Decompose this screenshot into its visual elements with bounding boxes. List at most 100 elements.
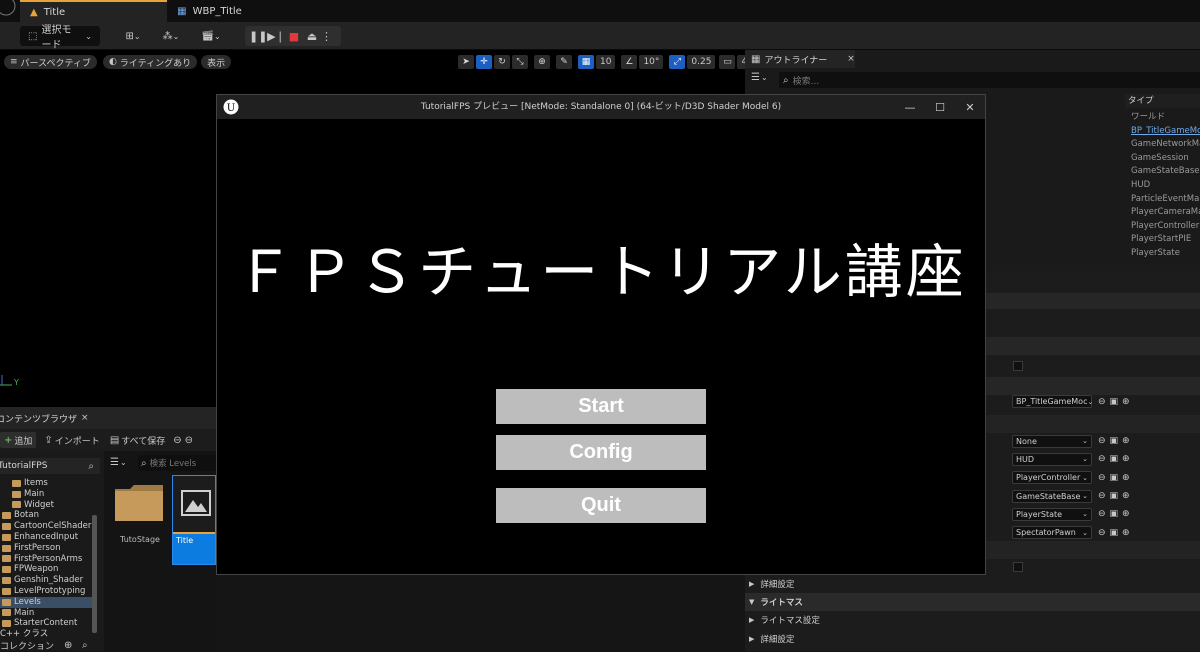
- dropdown-action-icons[interactable]: ⊖▣⊕: [1098, 473, 1134, 483]
- advanced-settings-row[interactable]: ▶ 詳細設定: [745, 575, 1200, 593]
- minimize-icon[interactable]: —: [895, 101, 925, 114]
- filter-icon[interactable]: ☰: [110, 457, 119, 468]
- asset-search-input[interactable]: ⌕ 検索 Levels: [138, 455, 216, 471]
- blueprint-button[interactable]: ⁂ ⌄: [156, 26, 186, 46]
- tree-folder-item[interactable]: StarterContent: [0, 618, 92, 629]
- preview-title-bar[interactable]: U TutorialFPS プレビュー [NetMode: Standalone…: [217, 95, 985, 119]
- game-mode-dropdown[interactable]: BP_TitleGameMoc ⌄: [1012, 395, 1093, 408]
- show-chip[interactable]: 表示: [201, 55, 232, 69]
- dropdown-action-icons[interactable]: ⊖▣⊕: [1098, 509, 1134, 519]
- add-actor-icon: ⊞: [125, 30, 134, 42]
- tree-folder-label: Botan: [14, 510, 39, 521]
- outliner-type-cell: PlayerStartPIE: [1131, 234, 1192, 245]
- collections-header[interactable]: コレクション ⊕ ⌕: [0, 640, 100, 652]
- tree-folder-item[interactable]: FirstPerson: [0, 543, 92, 554]
- outliner-type-cell[interactable]: BP_TitleGameMo: [1131, 125, 1200, 139]
- tree-folder-item[interactable]: Items: [0, 478, 92, 489]
- eject-icon[interactable]: ⏏: [303, 30, 321, 43]
- scale-snap-value[interactable]: 0.25: [687, 55, 716, 69]
- svg-text:U: U: [227, 103, 235, 114]
- search-icon[interactable]: ⌕: [88, 461, 94, 472]
- pause-icon[interactable]: ❚❚: [249, 30, 267, 43]
- outliner-search-input[interactable]: ⌕ 検索...: [779, 72, 1200, 88]
- translate-tool-icon[interactable]: ✛: [476, 55, 492, 69]
- tree-folder-item[interactable]: Genshin_Shader: [0, 575, 92, 586]
- rotation-snap-value[interactable]: 10°: [639, 55, 664, 69]
- more-options-icon[interactable]: ⋮: [321, 30, 332, 43]
- forward-icon[interactable]: ⊖: [185, 435, 193, 446]
- camera-speed-icon[interactable]: ▭: [719, 55, 736, 69]
- dropdown-action-icons[interactable]: ⊖▣⊕: [1098, 491, 1134, 501]
- dropdown-action-icons[interactable]: ⊖▣⊕: [1098, 454, 1134, 464]
- rotation-snap-icon[interactable]: ∠: [621, 55, 638, 69]
- close-icon[interactable]: ×: [847, 54, 855, 64]
- class-dropdown[interactable]: HUD ⌄: [1012, 452, 1092, 466]
- lightmass-section[interactable]: ▼ ライトマス: [745, 593, 1200, 611]
- cinematics-button[interactable]: 🎬︎ ⌄: [196, 26, 226, 46]
- tree-folder-item[interactable]: Widget: [0, 500, 92, 511]
- advanced-settings-row[interactable]: ▶ 詳細設定: [745, 630, 1200, 648]
- class-dropdown[interactable]: PlayerController ⌄: [1012, 471, 1092, 485]
- outliner-tab[interactable]: ▦ アウトライナー ×: [745, 50, 855, 68]
- save-all-button[interactable]: ▤ すべて保存: [110, 434, 165, 447]
- close-icon[interactable]: ✕: [955, 101, 985, 114]
- tree-folder-item[interactable]: EnhancedInput: [0, 532, 92, 543]
- select-mode-dropdown[interactable]: ⬚ 選択モード ⌄: [20, 25, 100, 51]
- step-forward-icon[interactable]: ▶❘: [267, 30, 285, 43]
- lighting-chip[interactable]: ◐ ライティングあり: [102, 55, 198, 69]
- chevron-down-icon: ⌄: [760, 73, 768, 82]
- add-button[interactable]: + 追加: [0, 432, 37, 448]
- tree-folder-item[interactable]: FirstPersonArms: [0, 554, 92, 565]
- start-button[interactable]: Start: [496, 389, 706, 424]
- tree-folder-item[interactable]: Botan: [0, 510, 92, 521]
- menu-icon: ≡: [10, 57, 18, 67]
- tree-folder-label: LevelPrototyping: [14, 585, 86, 596]
- class-dropdown-list: None ⌄ ⊖▣⊕ HUD ⌄ ⊖▣⊕ PlayerController ⌄ ⊖▣⊕ GameS…: [1012, 432, 1134, 542]
- asset-tile-tutostage[interactable]: TutoStage: [112, 481, 168, 563]
- lightmass-settings-row[interactable]: ▶ ライトマス設定: [745, 611, 1200, 629]
- tree-folder-item[interactable]: CartoonCelShader: [0, 521, 92, 532]
- config-button[interactable]: Config: [496, 435, 706, 470]
- grid-snap-value[interactable]: 10: [596, 55, 616, 69]
- class-dropdown[interactable]: SpectatorPawn ⌄: [1012, 526, 1092, 540]
- stop-icon[interactable]: ■: [285, 30, 303, 43]
- tree-folder-item[interactable]: Main: [0, 608, 92, 619]
- quit-button[interactable]: Quit: [496, 488, 706, 523]
- rotate-tool-icon[interactable]: ↻: [494, 55, 510, 69]
- app-logo-icon[interactable]: [0, 0, 20, 22]
- scale-snap-icon[interactable]: ⤢: [669, 55, 686, 69]
- filter-icon[interactable]: ☰: [751, 72, 760, 83]
- search-icon[interactable]: ⌕: [82, 640, 88, 651]
- checkbox[interactable]: [1013, 361, 1023, 371]
- tree-folder-label: Main: [14, 607, 35, 618]
- tree-folder-item[interactable]: Levels: [0, 596, 92, 608]
- close-icon[interactable]: ×: [81, 413, 89, 423]
- back-icon[interactable]: ⊖: [173, 435, 181, 446]
- add-collection-icon[interactable]: ⊕: [64, 640, 72, 651]
- world-local-icon[interactable]: ⊕: [534, 55, 550, 69]
- asset-tile-title[interactable]: Title: [172, 475, 216, 565]
- tree-folder-item[interactable]: FPWeapon: [0, 564, 92, 575]
- select-tool-icon[interactable]: ➤: [458, 55, 474, 69]
- class-dropdown[interactable]: GameStateBase ⌄: [1012, 489, 1092, 503]
- maximize-icon[interactable]: ☐: [925, 101, 955, 114]
- dropdown-action-icons[interactable]: ⊖▣⊕: [1098, 397, 1134, 407]
- perspective-chip[interactable]: ≡ パースペクティブ: [4, 55, 97, 69]
- checkbox[interactable]: [1013, 562, 1023, 572]
- content-browser-tab[interactable]: コンテンツブラウザ ×: [0, 407, 216, 429]
- type-column-header[interactable]: タイプ: [1125, 94, 1200, 108]
- add-actor-button[interactable]: ⊞ ⌄: [118, 26, 148, 46]
- tree-folder-item[interactable]: LevelPrototyping: [0, 586, 92, 597]
- class-dropdown[interactable]: PlayerState ⌄: [1012, 507, 1092, 521]
- tab-title-level[interactable]: ▲ Title: [20, 0, 168, 22]
- tree-folder-item[interactable]: Main: [0, 489, 92, 500]
- grid-snap-icon[interactable]: ▦: [578, 55, 594, 69]
- tree-scrollbar[interactable]: [92, 515, 97, 633]
- scale-tool-icon[interactable]: ⤡: [512, 55, 528, 69]
- import-button[interactable]: ⇪ インポート: [44, 434, 99, 447]
- surface-snap-icon[interactable]: ✎: [556, 55, 572, 69]
- dropdown-action-icons[interactable]: ⊖▣⊕: [1098, 436, 1134, 446]
- dropdown-action-icons[interactable]: ⊖▣⊕: [1098, 528, 1134, 538]
- tab-wbp-title[interactable]: ▦ WBP_Title: [167, 0, 254, 22]
- class-dropdown[interactable]: None ⌄: [1012, 434, 1092, 448]
